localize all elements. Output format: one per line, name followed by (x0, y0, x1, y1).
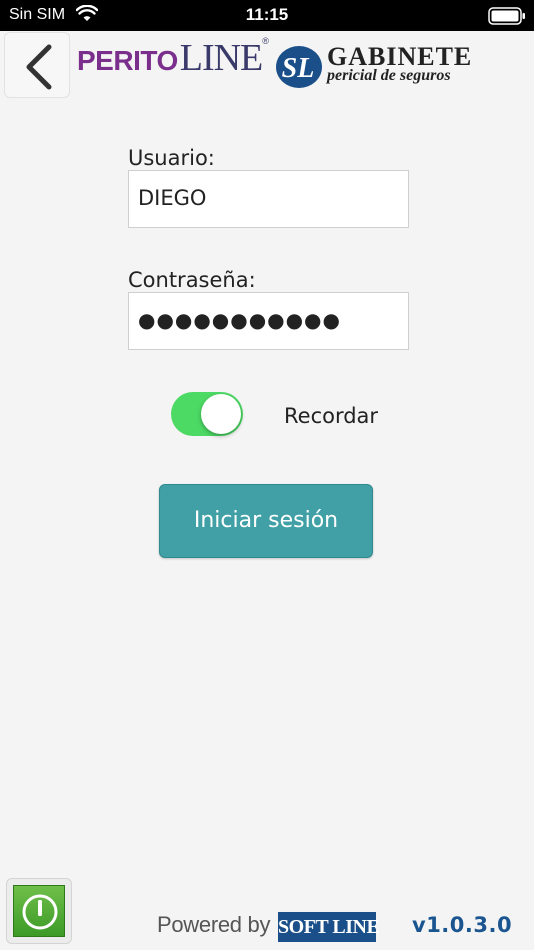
logo-perito-text: PERITO (77, 45, 178, 76)
battery-icon (488, 7, 526, 29)
gabinete-logo: SL GABINETE pericial de seguros (275, 42, 471, 90)
chevron-left-icon (26, 44, 52, 90)
remember-label: Recordar (284, 404, 379, 428)
user-label: Usuario: (128, 146, 215, 170)
password-label: Contraseña: (128, 268, 256, 292)
power-button[interactable] (6, 878, 72, 944)
remember-toggle[interactable] (171, 392, 243, 436)
status-bar: Sin SIM 11:15 (0, 0, 534, 31)
back-button[interactable] (4, 32, 70, 98)
password-input[interactable]: ●●●●●●●●●●● (128, 292, 409, 350)
login-button[interactable]: Iniciar sesión (159, 484, 373, 558)
version-label: v1.0.3.0 (412, 913, 513, 937)
softline-logo: SOFT LINE (278, 912, 380, 942)
toggle-knob (201, 394, 241, 434)
status-time: 11:15 (245, 5, 289, 24)
logo-line-text: LINE (179, 37, 264, 79)
powered-by-text: Powered by (157, 912, 271, 937)
gabinete-subtitle: pericial de seguros (327, 67, 451, 84)
user-input[interactable]: DIEGO (128, 170, 409, 228)
power-icon (22, 894, 58, 930)
logo-registered-mark: ® (262, 36, 269, 46)
password-masked-value: ●●●●●●●●●●● (138, 308, 341, 332)
power-button-face (13, 885, 65, 937)
gabinete-emblem-icon: SL (276, 46, 322, 88)
peritoline-logo: PERITOLINE® (77, 36, 269, 79)
gabinete-mark: SL (282, 53, 315, 84)
